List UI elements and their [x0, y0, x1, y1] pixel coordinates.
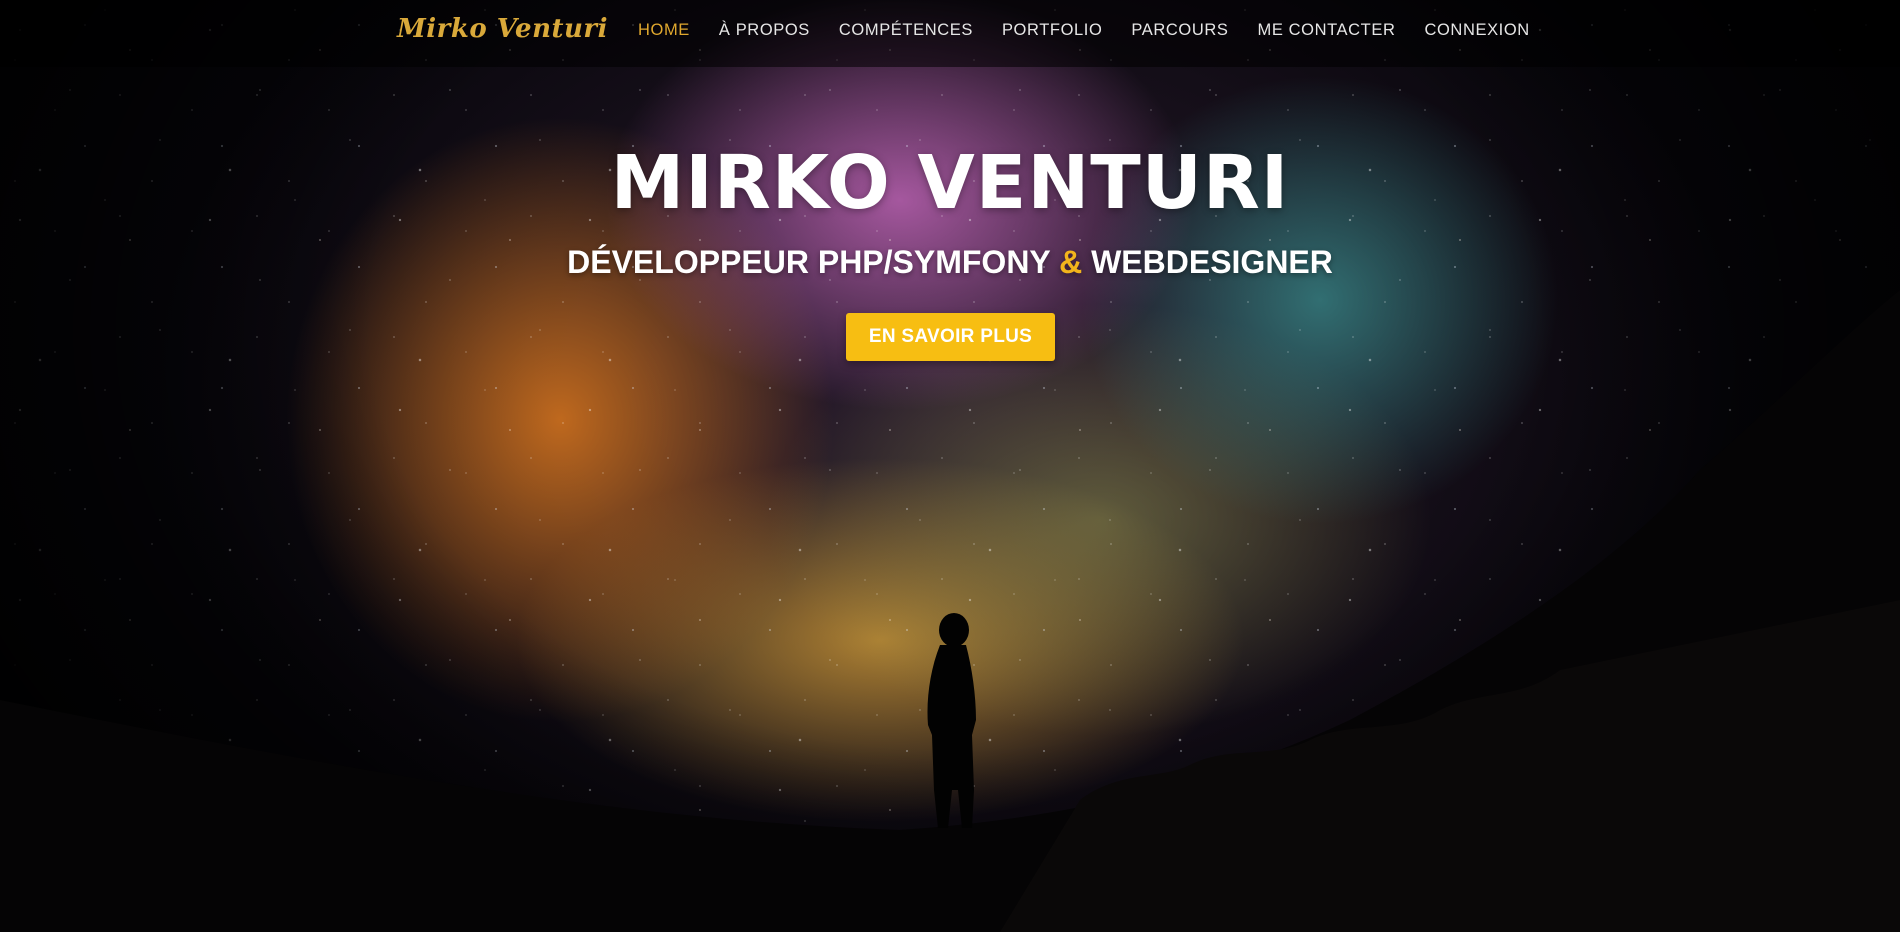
hero-subtitle-role: DÉVELOPPEUR PHP/SYMFONY — [567, 244, 1051, 280]
rocks-silhouette — [1000, 600, 1900, 932]
nav-item-portfolio[interactable]: PORTFOLIO — [1002, 21, 1102, 40]
brand-logo[interactable]: Mirko Venturi — [397, 14, 608, 44]
nav-item-parcours[interactable]: PARCOURS — [1131, 21, 1228, 40]
nav-item-me-contacter[interactable]: ME CONTACTER — [1258, 21, 1396, 40]
hero-subtitle: DÉVELOPPEUR PHP/SYMFONY & WEBDESIGNER — [0, 244, 1900, 281]
person-silhouette — [927, 613, 976, 828]
nav-item-competences[interactable]: COMPÉTENCES — [839, 21, 973, 40]
main-nav-menu: HOME À PROPOS COMPÉTENCES PORTFOLIO PARC… — [638, 21, 1530, 40]
nav-item-home[interactable]: HOME — [638, 21, 690, 40]
nav-item-connexion[interactable]: CONNEXION — [1424, 21, 1529, 40]
hero-subtitle-role-2: WEBDESIGNER — [1091, 244, 1333, 280]
top-navbar: Mirko Venturi HOME À PROPOS COMPÉTENCES … — [0, 0, 1900, 67]
hero-subtitle-ampersand: & — [1059, 244, 1083, 280]
en-savoir-plus-button[interactable]: EN SAVOIR PLUS — [846, 313, 1055, 361]
hero-title: MIRKO VENTURI — [610, 140, 1290, 226]
nav-item-a-propos[interactable]: À PROPOS — [719, 21, 810, 40]
